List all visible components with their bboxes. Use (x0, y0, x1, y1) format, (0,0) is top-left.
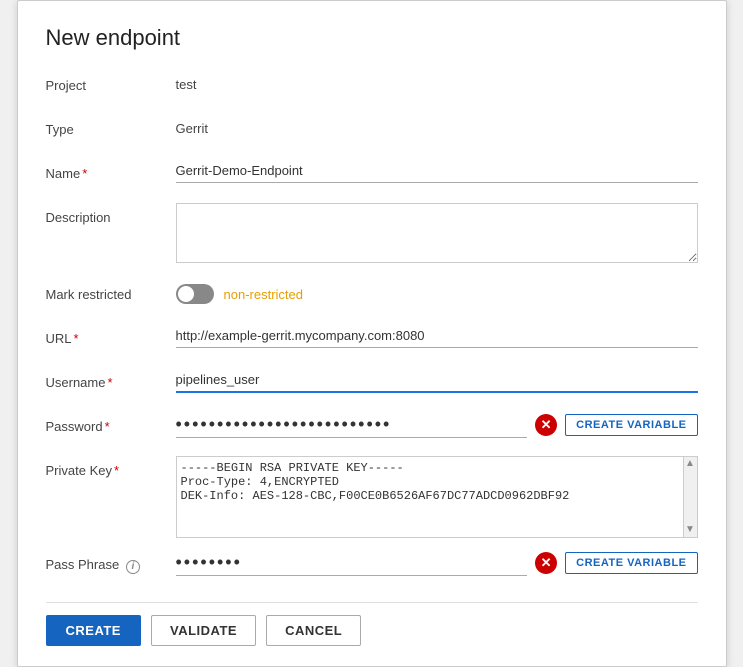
description-label: Description (46, 203, 176, 227)
password-required: * (105, 419, 110, 434)
toggle-switch[interactable] (176, 284, 214, 304)
name-label: Name* (46, 159, 176, 183)
project-row: Project test (46, 71, 698, 103)
toggle-status-text: non-restricted (224, 287, 303, 302)
url-row: URL* (46, 324, 698, 356)
password-create-variable-button[interactable]: CREATE VARIABLE (565, 414, 697, 436)
dialog-title: New endpoint (46, 25, 698, 51)
pass-phrase-controls: •••••••• ✕ CREATE VARIABLE (176, 550, 698, 576)
password-row: Password* •••••••••••••••••••••••••• ✕ C… (46, 412, 698, 444)
pass-phrase-clear-button[interactable]: ✕ (535, 552, 557, 574)
pass-phrase-row: Pass Phrase i •••••••• ✕ CREATE VARIABLE (46, 550, 698, 582)
pass-phrase-info-icon: i (126, 560, 140, 574)
mark-restricted-label: Mark restricted (46, 280, 176, 304)
username-input[interactable] (176, 368, 698, 393)
cancel-button[interactable]: CANCEL (266, 615, 361, 646)
pass-phrase-dots: •••••••• (176, 550, 528, 576)
mark-restricted-control: non-restricted (176, 280, 303, 304)
name-input[interactable] (176, 159, 698, 183)
validate-button[interactable]: VALIDATE (151, 615, 256, 646)
type-label: Type (46, 115, 176, 139)
pass-phrase-field-wrap: •••••••• (176, 550, 528, 576)
name-row: Name* (46, 159, 698, 191)
password-dots: •••••••••••••••••••••••••• (176, 412, 528, 438)
private-key-wrap: ▲ ▼ (176, 456, 698, 538)
project-value: test (176, 71, 197, 92)
url-input[interactable] (176, 324, 698, 348)
password-field-wrap: •••••••••••••••••••••••••• (176, 412, 528, 438)
dialog-footer: CREATE VALIDATE CANCEL (46, 602, 698, 646)
password-clear-button[interactable]: ✕ (535, 414, 557, 436)
mark-restricted-row: Mark restricted non-restricted (46, 280, 698, 312)
username-label: Username* (46, 368, 176, 392)
password-label: Password* (46, 412, 176, 436)
username-row: Username* (46, 368, 698, 400)
private-key-label: Private Key* (46, 456, 176, 480)
private-key-scrollbar: ▲ ▼ (683, 457, 697, 537)
project-label: Project (46, 71, 176, 95)
password-controls: •••••••••••••••••••••••••• ✕ CREATE VARI… (176, 412, 698, 438)
url-label: URL* (46, 324, 176, 348)
private-key-required: * (114, 463, 119, 478)
scroll-up-icon[interactable]: ▲ (685, 459, 695, 469)
toggle-slider (176, 284, 214, 304)
private-key-textarea[interactable] (177, 457, 683, 537)
name-required: * (82, 166, 87, 181)
description-input[interactable] (176, 203, 698, 263)
description-row: Description (46, 203, 698, 268)
url-required: * (74, 331, 79, 346)
type-row: Type Gerrit (46, 115, 698, 147)
pass-phrase-create-variable-button[interactable]: CREATE VARIABLE (565, 552, 697, 574)
scroll-down-icon[interactable]: ▼ (685, 525, 695, 535)
create-button[interactable]: CREATE (46, 615, 141, 646)
type-value: Gerrit (176, 115, 209, 136)
new-endpoint-dialog: New endpoint Project test Type Gerrit Na… (17, 0, 727, 667)
username-required: * (107, 375, 112, 390)
private-key-row: Private Key* ▲ ▼ (46, 456, 698, 538)
pass-phrase-label: Pass Phrase i (46, 550, 176, 574)
